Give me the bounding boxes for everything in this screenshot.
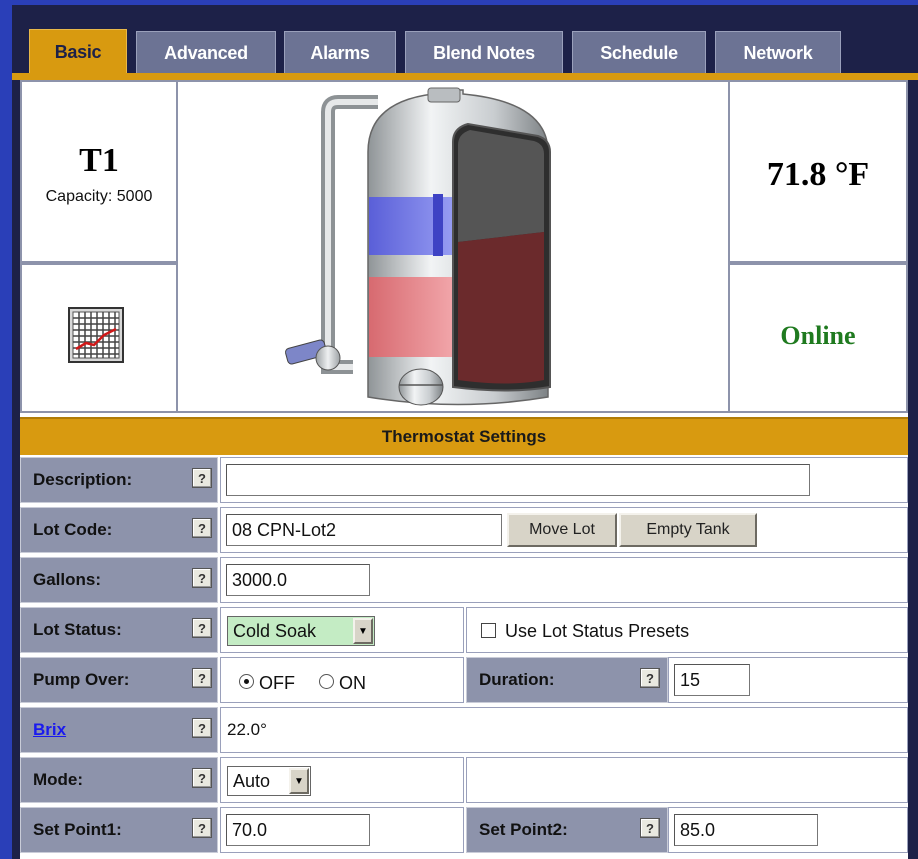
tank-overview: T1 Capacity: 5000 71.8 °F Online: [20, 80, 908, 413]
pump-on-radio[interactable]: [319, 674, 334, 689]
dropdown-arrow-icon: ▼: [353, 618, 373, 644]
brix-label: Brix: [20, 707, 218, 753]
tank-illustration: [285, 87, 551, 406]
temperature-readout: 71.8 °F: [766, 156, 870, 193]
tank-illustration-cell: [176, 80, 730, 413]
help-icon[interactable]: ?: [640, 818, 660, 838]
set-point2-label: Set Point2:: [466, 807, 668, 853]
help-icon[interactable]: ?: [192, 768, 212, 788]
use-presets-label: Use Lot Status Presets: [505, 620, 690, 641]
lot-code-input[interactable]: [226, 514, 502, 546]
tab-schedule[interactable]: Schedule: [572, 31, 706, 75]
pump-on-label: ON: [339, 672, 366, 693]
trend-chart-icon[interactable]: [68, 307, 124, 363]
description-label: Description:: [20, 457, 218, 503]
help-icon[interactable]: ?: [192, 668, 212, 688]
tank-capacity: Capacity: 5000: [45, 188, 153, 205]
set-point-row: Set Point1: ? Set Point2: ?: [20, 805, 908, 855]
mode-value: Auto: [233, 770, 271, 791]
pump-off-label: OFF: [259, 672, 295, 693]
lot-status-row: Lot Status: ? Cold Soak ▼ Use Lot Status…: [20, 605, 908, 655]
tab-blend-notes[interactable]: Blend Notes: [405, 31, 563, 75]
brix-link[interactable]: Brix: [33, 720, 66, 740]
section-header: Thermostat Settings: [20, 417, 908, 455]
help-icon[interactable]: ?: [192, 718, 212, 738]
duration-label: Duration:: [466, 657, 668, 703]
dropdown-arrow-icon: ▼: [289, 768, 309, 794]
set-point1-cell: [220, 807, 464, 853]
set-point1-input[interactable]: [226, 814, 370, 846]
lot-code-label: Lot Code:: [20, 507, 218, 553]
brix-value: 22.0°: [227, 720, 267, 739]
tank-name: T1: [79, 142, 119, 179]
help-icon[interactable]: ?: [192, 518, 212, 538]
tab-bar: Basic Advanced Alarms Blend Notes Schedu…: [12, 5, 918, 75]
lot-presets-cell: Use Lot Status Presets: [466, 607, 908, 653]
gallons-cell: [220, 557, 908, 603]
tank-info-cell: T1 Capacity: 5000: [20, 80, 178, 263]
help-icon[interactable]: ?: [192, 468, 212, 488]
set-point2-input[interactable]: [674, 814, 818, 846]
tab-network[interactable]: Network: [715, 31, 841, 75]
mode-row: Mode: ? Auto ▼: [20, 755, 908, 805]
app-frame: Basic Advanced Alarms Blend Notes Schedu…: [12, 5, 918, 859]
use-presets-checkbox[interactable]: [481, 623, 496, 638]
lot-status-value: Cold Soak: [233, 620, 317, 641]
gallons-label: Gallons:: [20, 557, 218, 603]
gallons-input[interactable]: [226, 564, 370, 596]
basic-panel: T1 Capacity: 5000 71.8 °F Online Thermos…: [20, 80, 908, 859]
tab-underline: [12, 73, 918, 80]
lot-status-select[interactable]: Cold Soak ▼: [227, 616, 375, 646]
duration-cell: [668, 657, 908, 703]
tab-advanced[interactable]: Advanced: [136, 31, 276, 75]
duration-input[interactable]: [674, 664, 750, 696]
help-icon[interactable]: ?: [192, 618, 212, 638]
lot-code-cell: Move Lot Empty Tank: [220, 507, 908, 553]
status-cell: Online: [728, 263, 908, 413]
set-point2-cell: [668, 807, 908, 853]
lot-code-row: Lot Code: ? Move Lot Empty Tank: [20, 505, 908, 555]
move-lot-button[interactable]: Move Lot: [507, 513, 617, 547]
pump-over-cell: OFF ON: [220, 657, 464, 703]
set-point1-label: Set Point1:: [20, 807, 218, 853]
trend-cell: [20, 263, 178, 413]
mode-select[interactable]: Auto ▼: [227, 766, 311, 796]
gallons-row: Gallons: ?: [20, 555, 908, 605]
mode-spacer-cell: [466, 757, 908, 803]
brix-row: Brix ? 22.0°: [20, 705, 908, 755]
description-input[interactable]: [226, 464, 810, 496]
pump-off-radio[interactable]: [239, 674, 254, 689]
connection-status: Online: [780, 321, 856, 350]
tab-alarms[interactable]: Alarms: [284, 31, 396, 75]
lot-status-cell: Cold Soak ▼: [220, 607, 464, 653]
pump-over-row: Pump Over: ? OFF ON Duration: ?: [20, 655, 908, 705]
pump-over-label: Pump Over:: [20, 657, 218, 703]
mode-label: Mode:: [20, 757, 218, 803]
lot-status-label: Lot Status:: [20, 607, 218, 653]
description-row: Description: ?: [20, 455, 908, 505]
help-icon[interactable]: ?: [192, 568, 212, 588]
mode-cell: Auto ▼: [220, 757, 464, 803]
help-icon[interactable]: ?: [192, 818, 212, 838]
help-icon[interactable]: ?: [640, 668, 660, 688]
temperature-cell: 71.8 °F: [728, 80, 908, 263]
description-cell: [220, 457, 908, 503]
empty-tank-button[interactable]: Empty Tank: [619, 513, 757, 547]
tab-basic[interactable]: Basic: [29, 29, 127, 75]
brix-cell: 22.0°: [220, 707, 908, 753]
